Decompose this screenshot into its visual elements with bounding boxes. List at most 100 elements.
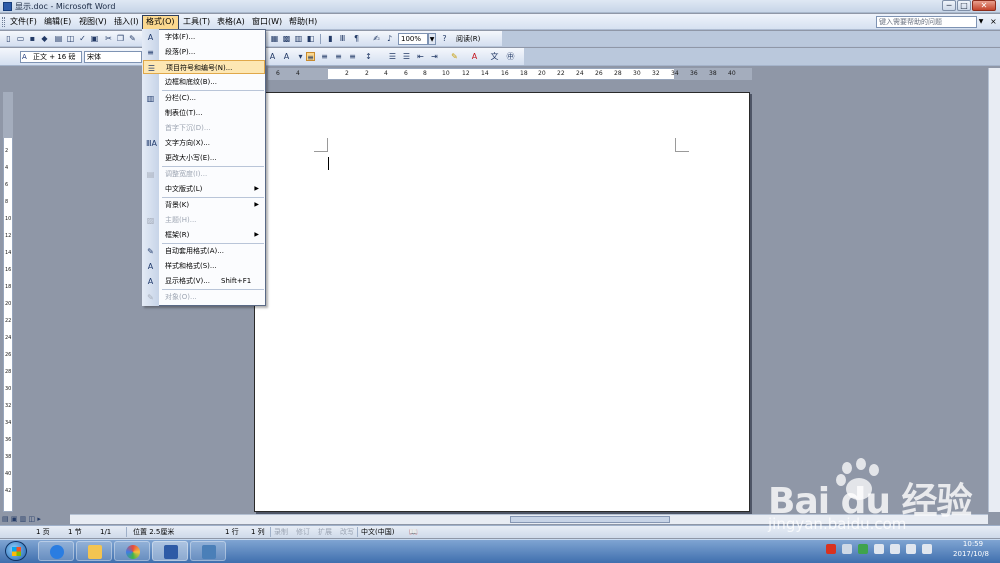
show-hide-icon[interactable]: ¶	[352, 34, 361, 43]
read-button[interactable]: 阅读(R)	[456, 33, 480, 45]
menu-tools[interactable]: 工具(T)	[180, 15, 213, 29]
align-right-icon[interactable]: ≡	[334, 52, 343, 61]
menu-item-label: 样式和格式(S)...	[165, 262, 217, 270]
menu-format[interactable]: 格式(O)	[142, 15, 179, 30]
print-icon[interactable]: ▤	[54, 34, 63, 43]
insert-table-icon[interactable]: ▦	[270, 34, 279, 43]
increase-indent-icon[interactable]: ⇥	[430, 52, 439, 61]
menu-window[interactable]: 窗口(W)	[249, 15, 285, 29]
style-select[interactable]: A 正文 + 16 磅	[20, 51, 82, 63]
taskbar-explorer[interactable]	[76, 541, 112, 561]
ruler-number: 10	[442, 70, 450, 77]
clock-date[interactable]: 2017/10/8	[946, 550, 996, 558]
taskbar-ie[interactable]	[38, 541, 74, 561]
menu-file[interactable]: 文件(F)	[7, 15, 40, 29]
ruler-number: 36	[690, 70, 698, 77]
phonetic-icon[interactable]: 文	[490, 52, 499, 61]
spell-status-icon[interactable]: 📖	[409, 526, 418, 538]
format-menu-item-15[interactable]: A 样式和格式(S)...	[143, 259, 265, 273]
format-menu-item-8[interactable]: 更改大小写(E)...	[143, 151, 265, 165]
new-doc-icon[interactable]: ▯	[4, 34, 13, 43]
maximize-button[interactable]: □	[957, 0, 971, 11]
menubar-grip[interactable]	[2, 17, 5, 27]
columns-icon[interactable]: ▥	[294, 34, 303, 43]
doc-map-icon[interactable]: ▮	[326, 34, 335, 43]
permission-icon[interactable]: ◆	[40, 34, 49, 43]
save-icon[interactable]: ▪	[28, 34, 37, 43]
document-page[interactable]	[254, 92, 750, 512]
menu-view[interactable]: 视图(V)	[76, 15, 110, 29]
tray-sogou-icon[interactable]	[826, 544, 836, 554]
align-center-icon[interactable]: ≡	[320, 52, 329, 61]
cut-icon[interactable]: ✂	[104, 34, 113, 43]
minimize-button[interactable]: ─	[942, 0, 956, 11]
status-record[interactable]: 录制	[274, 526, 288, 538]
format-menu-item-7[interactable]: ⅢA 文字方向(X)...	[143, 136, 265, 150]
research-icon[interactable]: ▣	[90, 34, 99, 43]
view-buttons[interactable]: ▤ ▣ ▥ ◫ ▸	[2, 514, 66, 524]
menu-edit[interactable]: 编辑(E)	[41, 15, 74, 29]
taskbar-browser[interactable]	[114, 541, 150, 561]
status-track[interactable]: 修订	[296, 526, 310, 538]
status-extend[interactable]: 扩展	[318, 526, 332, 538]
bullets-icon[interactable]: ☰	[402, 52, 411, 61]
document-close-button[interactable]: ×	[990, 17, 997, 26]
help-icon[interactable]: ?	[440, 34, 449, 43]
text-direction-icon[interactable]: Ⅲ	[338, 34, 347, 43]
numbering-icon[interactable]: ☰	[388, 52, 397, 61]
copy-icon[interactable]: ❐	[116, 34, 125, 43]
tray-arrow-icon[interactable]	[842, 544, 852, 554]
help-dropdown-arrow[interactable]: ▼	[977, 16, 985, 28]
drawing-icon[interactable]: ◧	[306, 34, 315, 43]
format-menu-item-4[interactable]: ▥ 分栏(C)...	[143, 91, 265, 105]
format-menu-item-0[interactable]: A 字体(F)...	[143, 30, 265, 44]
tray-network-icon[interactable]	[874, 544, 884, 554]
format-menu-item-3[interactable]: 边框和底纹(B)...	[143, 75, 265, 89]
menu-item-icon: ✎	[147, 247, 154, 256]
font-size-arrow-icon[interactable]: ▾	[296, 52, 305, 61]
format-menu-item-14[interactable]: ✎ 自动套用格式(A)...	[143, 244, 265, 258]
justify-icon[interactable]: ≡	[348, 52, 357, 61]
enclose-char-icon[interactable]: ㊥	[506, 52, 515, 61]
status-overtype[interactable]: 改写	[340, 526, 354, 538]
horizontal-scroll-thumb[interactable]	[510, 516, 670, 523]
paragraph-mark-icon[interactable]: ♪	[385, 34, 394, 43]
format-menu-item-13[interactable]: 框架(R) ▶	[143, 228, 265, 242]
zoom-input[interactable]: 100%	[398, 33, 428, 45]
menu-insert[interactable]: 插入(I)	[111, 15, 142, 29]
highlight-icon[interactable]: ✎	[450, 52, 459, 61]
start-button[interactable]	[5, 541, 27, 561]
zoom-dropdown-arrow[interactable]: ▼	[428, 33, 436, 45]
decrease-indent-icon[interactable]: ⇤	[416, 52, 425, 61]
font-color-icon[interactable]: A	[470, 52, 479, 61]
print-preview-icon[interactable]: ◫	[66, 34, 75, 43]
clock-time[interactable]: 10:59	[953, 540, 993, 548]
line-spacing-icon[interactable]: ↕	[364, 52, 373, 61]
vertical-scrollbar[interactable]	[988, 68, 1000, 512]
menu-table[interactable]: 表格(A)	[214, 15, 248, 29]
align-left-icon[interactable]: ≡	[306, 52, 315, 62]
help-search-input[interactable]: 键入需要帮助的问题	[876, 16, 977, 28]
tray-signal-icon[interactable]	[890, 544, 900, 554]
taskbar-screenshot[interactable]	[190, 541, 226, 561]
tray-action-icon[interactable]	[922, 544, 932, 554]
format-menu-item-5[interactable]: 制表位(T)...	[143, 106, 265, 120]
spelling-icon[interactable]: ✓	[78, 34, 87, 43]
format-painter-icon[interactable]: ✎	[128, 34, 137, 43]
format-menu-item-11[interactable]: 背景(K) ▶	[143, 198, 265, 212]
format-menu-item-10[interactable]: 中文版式(L) ▶	[143, 182, 265, 196]
char-scale-icon[interactable]: A	[268, 52, 277, 61]
excel-icon[interactable]: ▩	[282, 34, 291, 43]
format-menu-item-16[interactable]: A 显示格式(V)... Shift+F1	[143, 274, 265, 288]
tray-volume-icon[interactable]	[906, 544, 916, 554]
menu-help[interactable]: 帮助(H)	[286, 15, 320, 29]
close-button[interactable]: ✕	[972, 0, 996, 11]
open-folder-icon[interactable]: ▭	[16, 34, 25, 43]
char-shading-icon[interactable]: A	[282, 52, 291, 61]
taskbar-word[interactable]	[152, 541, 188, 561]
font-select[interactable]: 宋体	[84, 51, 142, 63]
format-menu-item-2[interactable]: ☰ 项目符号和编号(N)...	[143, 60, 265, 74]
tray-security-icon[interactable]	[858, 544, 868, 554]
ink-icon[interactable]: ✍	[372, 34, 381, 43]
format-menu-item-1[interactable]: ≡ 段落(P)...	[143, 45, 265, 59]
